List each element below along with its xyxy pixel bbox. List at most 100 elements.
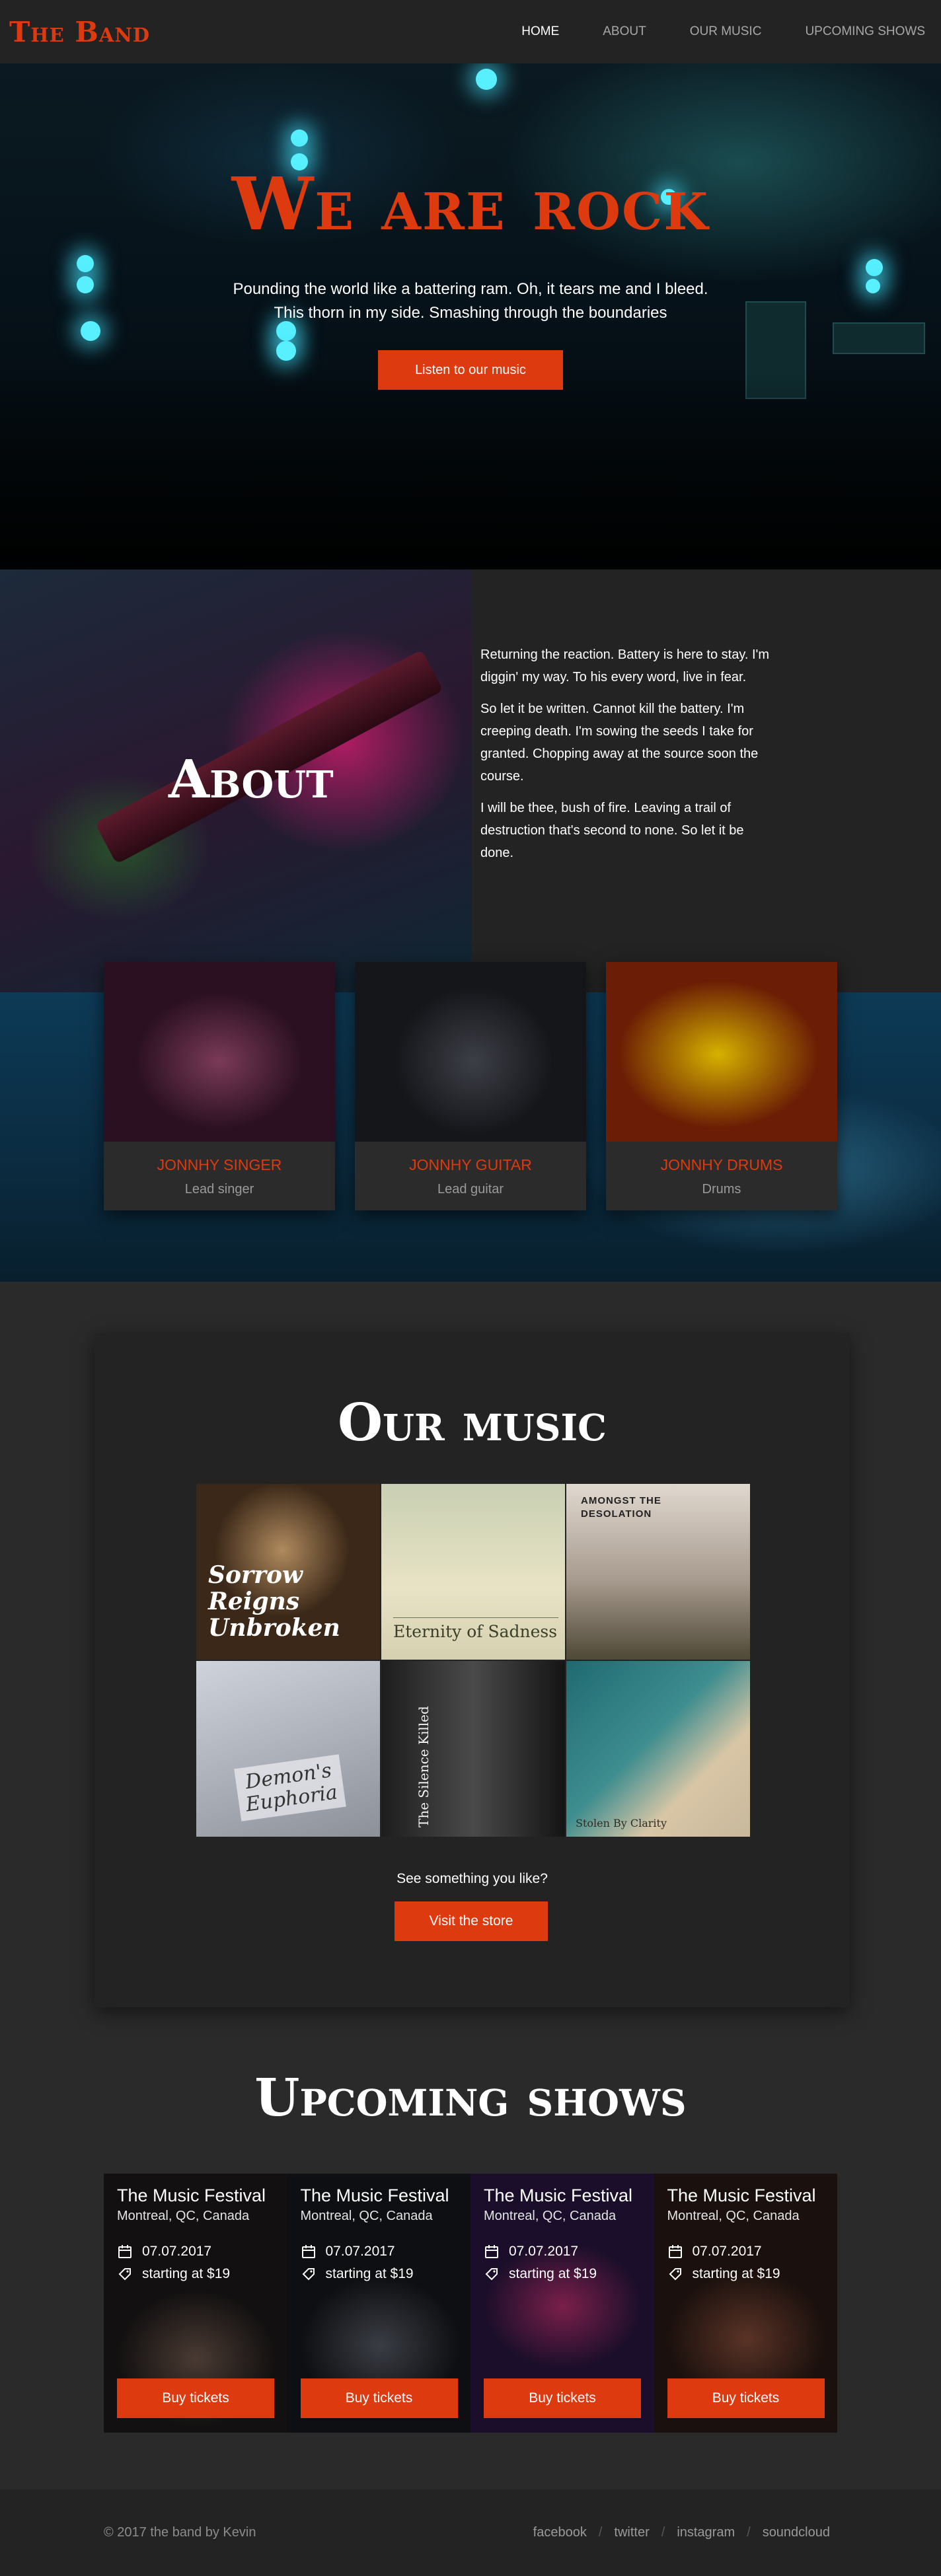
about-paragraph: I will be thee, bush of fire. Leaving a … [480, 801, 744, 860]
separator: / [747, 2525, 751, 2540]
stage-light-icon [77, 255, 94, 272]
show-card: The Music Festival Montreal, QC, Canada … [470, 2174, 654, 2433]
music-section: Our music Sorrow Reigns Unbroken Eternit… [94, 1333, 850, 2007]
album-title: The Silence Killed [416, 1706, 432, 1827]
show-price-row: starting at $19 [301, 2266, 458, 2282]
member-photo [606, 962, 837, 1142]
show-price-row: starting at $19 [484, 2266, 641, 2282]
nav-links: HOME ABOUT OUR MUSIC UPCOMING SHOWS [521, 24, 925, 39]
album-cover[interactable]: Sorrow Reigns Unbroken [196, 1484, 380, 1660]
show-date-row: 07.07.2017 [484, 2244, 641, 2260]
separator: / [598, 2525, 603, 2540]
band-members: JONNHY SINGER Lead singer JONNHY GUITAR … [104, 962, 837, 1210]
music-title: Our music [338, 1393, 607, 1453]
stage-light-icon [866, 279, 880, 293]
buy-tickets-button[interactable]: Buy tickets [484, 2378, 641, 2418]
calendar-icon [301, 2244, 317, 2260]
member-role: Drums [702, 1182, 741, 1196]
album-cover[interactable]: AMONGST THE DESOLATION [566, 1484, 750, 1660]
show-location: Montreal, QC, Canada [484, 2209, 617, 2223]
stage-light-icon [276, 341, 296, 361]
hero-text: Pounding the world like a battering ram.… [233, 280, 708, 322]
about-text: Returning the reaction. Battery is here … [480, 644, 778, 873]
keyboard [833, 322, 925, 354]
member-name: JONNHY GUITAR [409, 1156, 532, 1173]
show-title: The Music Festival [300, 2186, 449, 2205]
show-date: 07.07.2017 [325, 2244, 395, 2259]
about-section: About Returning the reaction. Battery is… [0, 570, 941, 1282]
show-date-row: 07.07.2017 [301, 2244, 458, 2260]
show-price: starting at $19 [142, 2266, 231, 2281]
calendar-icon [484, 2244, 500, 2260]
member-photo [355, 962, 586, 1142]
show-card: The Music Festival Montreal, QC, Canada … [104, 2174, 287, 2433]
about-paragraph: So let it be written. Cannot kill the ba… [480, 702, 759, 784]
member-card: JONNHY GUITAR Lead guitar [355, 962, 586, 1210]
footer: © 2017 the band by Kevin facebook / twit… [0, 2489, 941, 2576]
album-cover[interactable]: Demon's Euphoria [196, 1661, 380, 1837]
show-price: starting at $19 [325, 2266, 414, 2281]
buy-tickets-button[interactable]: Buy tickets [117, 2378, 274, 2418]
social-link-soundcloud[interactable]: soundcloud [763, 2525, 830, 2540]
calendar-icon [667, 2244, 683, 2260]
show-price: starting at $19 [692, 2266, 780, 2281]
store-prompt: See something you like? [396, 1871, 548, 1886]
stage-light-icon [476, 69, 497, 90]
stage-shadow [0, 371, 941, 570]
album-grid: Sorrow Reigns Unbroken Eternity of Sadne… [196, 1484, 750, 1837]
member-role: Lead singer [184, 1182, 254, 1196]
listen-button[interactable]: Listen to our music [378, 350, 563, 390]
show-location: Montreal, QC, Canada [300, 2209, 433, 2223]
hero-section: We are rock Pounding the world like a ba… [0, 63, 941, 570]
stage-light-icon [77, 276, 94, 293]
stage-light-icon [81, 321, 100, 341]
show-card: The Music Festival Montreal, QC, Canada … [654, 2174, 837, 2433]
show-date-row: 07.07.2017 [117, 2244, 274, 2260]
album-title: Stolen By Clarity [576, 1817, 667, 1829]
stage-light-icon [291, 129, 308, 147]
visit-store-button[interactable]: Visit the store [395, 1901, 548, 1941]
social-link-facebook[interactable]: facebook [533, 2525, 587, 2540]
nav-link-upcoming-shows[interactable]: UPCOMING SHOWS [805, 24, 925, 39]
buy-tickets-button[interactable]: Buy tickets [300, 2378, 458, 2418]
show-price-row: starting at $19 [667, 2266, 825, 2282]
calendar-icon [117, 2244, 133, 2260]
ticket-icon [484, 2266, 500, 2282]
nav-link-about[interactable]: ABOUT [603, 24, 646, 39]
social-links: facebook / twitter / instagram / soundcl… [533, 2525, 830, 2540]
member-card: JONNHY DRUMS Drums [606, 962, 837, 1210]
shows-list: The Music Festival Montreal, QC, Canada … [104, 2174, 837, 2433]
show-date: 07.07.2017 [509, 2244, 579, 2259]
nav-link-home[interactable]: HOME [521, 24, 559, 39]
guitarist-image: About [0, 570, 471, 992]
shows-title: Upcoming shows [254, 2068, 687, 2128]
album-title: Sorrow Reigns Unbroken [208, 1561, 340, 1642]
show-location: Montreal, QC, Canada [667, 2209, 800, 2223]
show-title: The Music Festival [667, 2186, 816, 2205]
copyright: © 2017 the band by Kevin [104, 2525, 256, 2540]
member-card: JONNHY SINGER Lead singer [104, 962, 335, 1210]
social-link-instagram[interactable]: instagram [677, 2525, 735, 2540]
member-role: Lead guitar [437, 1182, 504, 1196]
stage-light-icon [866, 259, 883, 276]
member-name: JONNHY DRUMS [660, 1156, 783, 1173]
show-date: 07.07.2017 [142, 2244, 212, 2259]
album-title: Eternity of Sadness [393, 1617, 558, 1641]
show-title: The Music Festival [117, 2186, 266, 2205]
ticket-icon [667, 2266, 683, 2282]
site-logo[interactable]: The Band [9, 16, 150, 48]
album-cover[interactable]: Stolen By Clarity [566, 1661, 750, 1837]
social-link-twitter[interactable]: twitter [614, 2525, 649, 2540]
show-price-row: starting at $19 [117, 2266, 274, 2282]
album-title: Demon's Euphoria [234, 1754, 346, 1822]
show-price: starting at $19 [509, 2266, 597, 2281]
album-cover[interactable]: Eternity of Sadness [381, 1484, 565, 1660]
top-nav: The Band HOME ABOUT OUR MUSIC UPCOMING S… [0, 0, 941, 63]
show-card: The Music Festival Montreal, QC, Canada … [287, 2174, 470, 2433]
ticket-icon [301, 2266, 317, 2282]
member-name: JONNHY SINGER [157, 1156, 282, 1173]
nav-link-our-music[interactable]: OUR MUSIC [690, 24, 762, 39]
show-location: Montreal, QC, Canada [117, 2209, 250, 2223]
album-cover[interactable]: The Silence Killed [381, 1661, 565, 1837]
buy-tickets-button[interactable]: Buy tickets [667, 2378, 825, 2418]
